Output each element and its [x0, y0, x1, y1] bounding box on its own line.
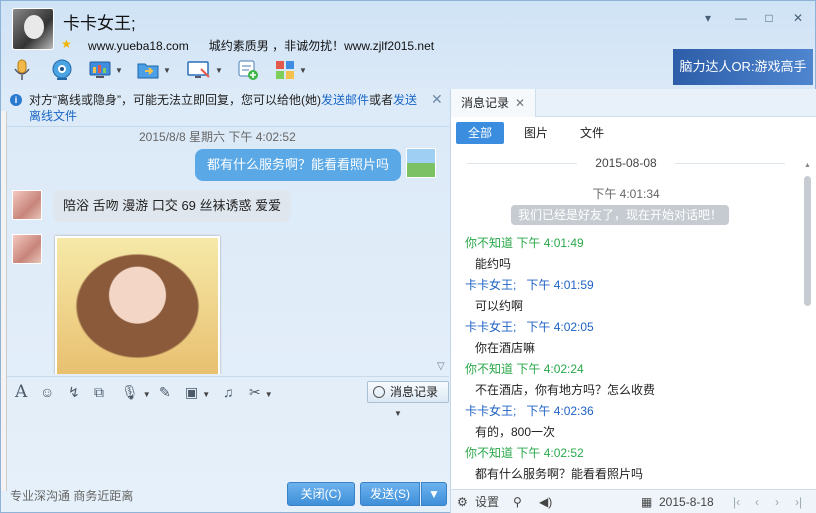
- notice-prefix: 对方“离线或隐身”，可能无法立即回复，您可以给他(她): [29, 93, 321, 107]
- history-tabbar: 消息记录 ✕: [451, 89, 816, 117]
- star-icon: ★: [61, 37, 72, 51]
- notice-text: 对方“离线或隐身”，可能无法立即回复，您可以给他(她)发送邮件或者发送离线文件: [29, 92, 429, 124]
- scissors-icon[interactable]: ✂ ▼: [249, 383, 273, 401]
- music-icon[interactable]: ♫: [223, 383, 234, 401]
- history-date: 2015-08-08: [451, 156, 801, 170]
- notice-close-icon[interactable]: ✕: [431, 91, 443, 108]
- history-message: 都有什么服务啊？能看看照片吗: [475, 467, 644, 481]
- history-sender: 卡卡女王; 下午 4:02:36: [465, 404, 594, 418]
- system-message: 我们已经是好友了，现在开始对话吧！: [511, 205, 729, 225]
- scroll-down-icon[interactable]: ▽: [437, 361, 445, 372]
- contact-avatar-small[interactable]: [12, 234, 42, 264]
- contact-name: 卡卡女王;: [63, 14, 136, 33]
- history-message: 不在酒店，你有地方吗？怎么收费: [475, 383, 656, 397]
- contact-signature: www.yueba18.com 城约素质男 ，非诚勿扰！www.zjlf2015…: [88, 37, 434, 54]
- minimize-icon[interactable]: —: [734, 11, 748, 25]
- chat-window: 卡卡女王; ★ www.yueba18.com 城约素质男 ，非诚勿扰！www.…: [0, 0, 816, 513]
- history-button-label: 消息记录: [390, 385, 439, 399]
- prev-page-icon[interactable]: ‹: [755, 493, 759, 511]
- edit-icon[interactable]: ✎: [159, 383, 171, 401]
- message-input[interactable]: [7, 407, 449, 479]
- send-options-icon[interactable]: ▼: [421, 482, 447, 506]
- screen-share-icon[interactable]: ▼: [187, 57, 223, 83]
- settings-label[interactable]: 设置: [475, 493, 499, 511]
- message-history-button[interactable]: 消息记录▼: [367, 381, 449, 418]
- font-icon[interactable]: A: [15, 383, 27, 401]
- filter-files[interactable]: 文件: [568, 122, 616, 144]
- offline-notice: i 对方“离线或隐身”，可能无法立即回复，您可以给他(她)发送邮件或者发送离线文…: [1, 89, 449, 127]
- add-contact-icon[interactable]: [237, 57, 259, 83]
- voice-call-icon[interactable]: [13, 57, 31, 83]
- history-sender: 你不知道 下午 4:02:52: [465, 446, 584, 460]
- notice-middle: 或者: [369, 93, 394, 107]
- screenshot-icon[interactable]: ⧉: [94, 383, 104, 401]
- history-panel: 消息记录 ✕ 全部 图片 文件 2015-08-08 下午 4:01:34 我们已…: [450, 89, 816, 513]
- next-page-icon[interactable]: ›: [775, 493, 779, 511]
- outgoing-message: 都有什么服务啊？能看看照片吗: [195, 149, 402, 181]
- filter-all[interactable]: 全部: [456, 122, 504, 144]
- tab-label: 消息记录: [461, 96, 510, 110]
- scrollbar-thumb[interactable]: [804, 176, 811, 306]
- history-message: 有的，800一次: [475, 425, 556, 439]
- close-icon[interactable]: ✕: [791, 11, 805, 25]
- message-timestamp: 2015/8/8 星期六 下午 4:02:52: [139, 130, 296, 144]
- scroll-up-icon[interactable]: ▲: [804, 162, 811, 169]
- edit-toolbar: A ☺ ↯ ⧉ 🎙︎ ▼ ✎ ▣ ▼ ♫ ✂ ▼ 消息记录▼: [7, 376, 449, 418]
- website-text: www.yueba18.com: [88, 39, 189, 53]
- send-email-link[interactable]: 发送邮件: [321, 93, 369, 107]
- calendar-icon[interactable]: ▦: [641, 493, 652, 511]
- first-page-icon[interactable]: |‹: [733, 493, 740, 511]
- file-transfer-icon[interactable]: ▼: [137, 57, 171, 83]
- history-sender: 卡卡女王; 下午 4:02:05: [465, 320, 594, 334]
- tab-message-history[interactable]: 消息记录 ✕: [451, 89, 537, 117]
- history-sender: 你不知道 下午 4:02:24: [465, 362, 584, 376]
- history-message: 你在酒店嘛: [475, 341, 536, 355]
- filter-images[interactable]: 图片: [512, 122, 560, 144]
- history-time: 下午 4:01:34: [592, 187, 660, 201]
- chat-area: 2015/8/8 星期六 下午 4:02:52 都有什么服务啊？能看看照片吗 陪…: [7, 128, 449, 374]
- history-message: 能约吗: [475, 257, 512, 271]
- emoji-icon[interactable]: ☺: [40, 383, 54, 401]
- history-footer: ⚙ 设置 ⚲ ◀) ▦ 2015-8-18 |‹ ‹ › ›|: [451, 489, 816, 513]
- image-icon[interactable]: ▣ ▼: [185, 383, 210, 401]
- ad-banner[interactable]: 脑力达人OR:游戏高手: [673, 49, 813, 85]
- contact-avatar-small[interactable]: [12, 190, 42, 220]
- speaker-icon[interactable]: ◀): [539, 493, 552, 511]
- settings-icon[interactable]: ⚙: [457, 493, 468, 511]
- footer-slogan: 专业深沟通 商务近距离: [10, 489, 134, 503]
- contact-avatar[interactable]: [12, 8, 54, 50]
- video-call-icon[interactable]: [51, 57, 73, 83]
- incoming-message: 陪浴 舌吻 漫游 口交 69 丝袜诱惑 爱爱: [53, 190, 292, 222]
- voice-icon[interactable]: 🎙︎ ▼: [121, 383, 151, 401]
- maximize-icon[interactable]: □: [762, 11, 776, 25]
- send-button[interactable]: 发送(S): [360, 482, 420, 506]
- history-sender: 卡卡女王; 下午 4:01:59: [465, 278, 594, 292]
- clock-icon: [373, 386, 385, 398]
- close-button[interactable]: 关闭(C): [287, 482, 355, 506]
- incoming-photo[interactable]: [55, 236, 220, 374]
- history-scrollbar[interactable]: ▲: [803, 162, 812, 482]
- menu-icon[interactable]: ▾: [701, 11, 715, 25]
- remote-desktop-icon[interactable]: ▼: [89, 57, 123, 83]
- shake-icon[interactable]: ↯: [68, 383, 80, 401]
- signature-text: 城约素质男 ，非诚勿扰！www.zjlf2015.net: [208, 39, 435, 53]
- footer-date: 2015-8-18: [659, 495, 714, 509]
- history-message: 可以约啊: [475, 299, 524, 313]
- tab-close-icon[interactable]: ✕: [515, 96, 525, 110]
- my-avatar[interactable]: [406, 148, 436, 178]
- search-icon[interactable]: ⚲: [513, 493, 522, 511]
- last-page-icon[interactable]: ›|: [795, 493, 802, 511]
- history-sender: 你不知道 下午 4:01:49: [465, 236, 584, 250]
- info-icon: i: [10, 94, 22, 106]
- apps-icon[interactable]: ▼: [275, 57, 307, 83]
